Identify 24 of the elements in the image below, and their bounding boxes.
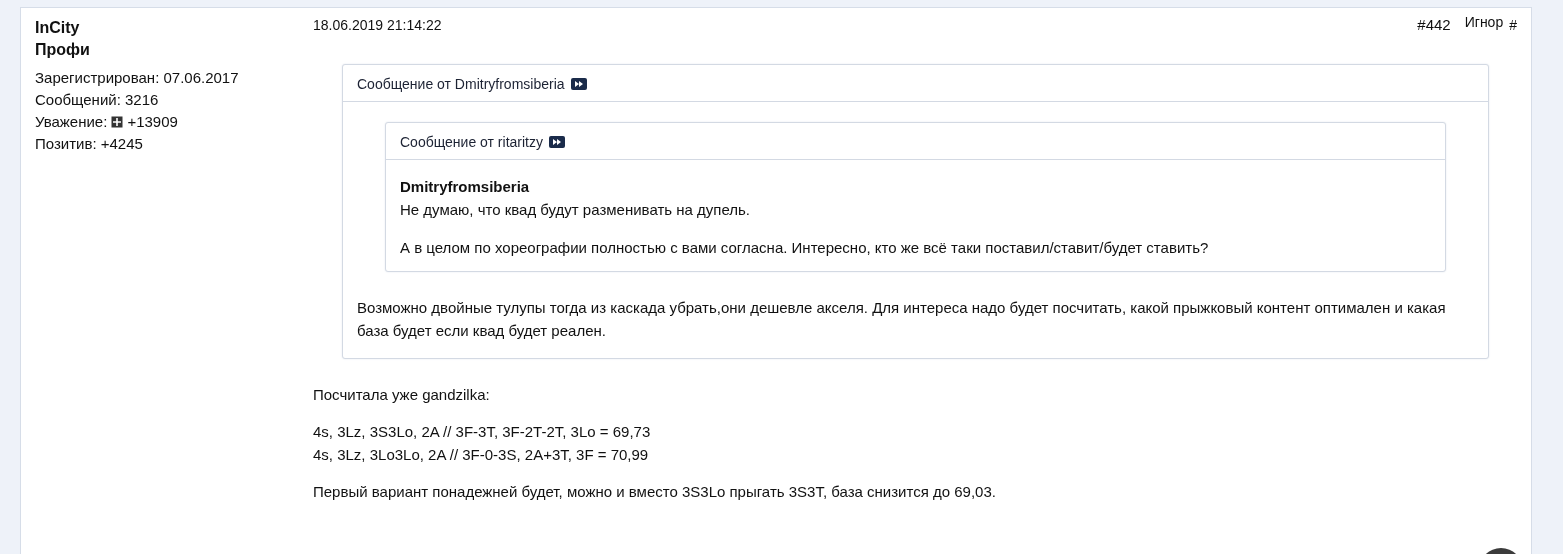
stat-value: +13909 — [127, 112, 178, 132]
quote-header: Сообщение от Dmitryfromsiberia — [357, 76, 565, 92]
ignore-link[interactable]: Игнор — [1464, 13, 1504, 30]
forward-icon[interactable] — [570, 78, 587, 90]
post-text: Не думаю, что квад будут разменивать на дупель. — [400, 200, 751, 220]
post-text: Посчитала уже gandzilka: — [313, 385, 491, 405]
quote-header: Сообщение от ritaritzy — [400, 134, 543, 150]
stat-label: Уважение: — [35, 112, 108, 132]
post-text: Возможно двойные тулупы тогда из каскада убрать,они дешевле акселя. Для интереса надо будет посчитать, какой прыжковый контент оптимален и какая база будет если квад будет реален. — [357, 298, 1446, 341]
forward-icon[interactable] — [548, 136, 565, 148]
post-number[interactable]: #442 — [1417, 16, 1451, 33]
username: InCity — [35, 18, 81, 38]
post-text: 4s, 3Lz, 3Lo3Lo, 2A // 3F-0-3S, 2A+3T, 3F = 70,99 — [313, 445, 650, 465]
post-text: А в целом по хореографии полностью с вами согласна. Интересно, кто же всё таки поставил/ставит/будет ставить? — [400, 238, 1210, 258]
post-date: 18.06.2019 21:14:22 — [313, 16, 443, 33]
quoted-author: Dmitryfromsiberia — [400, 177, 531, 197]
post-text: 4s, 3Lz, 3S3Lo, 2A // 3F-3T, 3F-2T-2T, 3Lo = 69,73 — [313, 422, 652, 442]
reputation-icon[interactable] — [111, 116, 124, 128]
user-rank: Профи — [35, 40, 91, 60]
user-stat: Позитив: +4245 — [35, 134, 143, 154]
user-stat: Зарегистрирован: 07.06.2017 — [35, 68, 239, 88]
user-stat: Сообщений: 3216 — [35, 90, 159, 110]
post-text: Первый вариант понадежней будет, можно и вместо 3S3Lo прыгать 3S3T, база снизится до 69,03. — [313, 482, 997, 502]
permalink[interactable]: # — [1509, 16, 1517, 33]
